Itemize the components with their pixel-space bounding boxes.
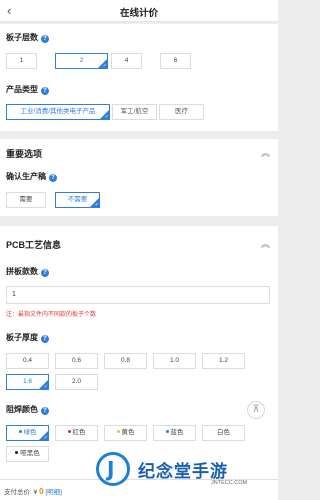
watermark-logo-icon: J — [96, 452, 130, 486]
confirm-option-no-need[interactable]: 不需要 — [55, 192, 100, 208]
page-title: 在线计价 — [119, 8, 158, 19]
confirm-option-need[interactable]: 需要 — [6, 192, 46, 208]
thickness-option-2.0[interactable]: 2.0 — [55, 374, 98, 390]
watermark-url: JNTECC.COM — [211, 480, 248, 486]
solder-mask-label: 阻焊颜色? — [6, 404, 49, 415]
thickness-option-1.2[interactable]: 1.2 — [202, 353, 245, 369]
important-section: 重要选项 ︽ 确认生产稿? 需要 不需要 — [0, 139, 278, 216]
help-icon[interactable]: ? — [41, 35, 49, 43]
layers-label: 板子层数? — [6, 32, 49, 43]
watermark: J 纪念堂手游 JNTECC.COM — [96, 452, 278, 500]
color-dot — [165, 430, 169, 433]
total-price-label: 支付总价: — [4, 489, 32, 496]
solder-mask-option-matte-black[interactable]: 哑黑色 — [6, 446, 49, 462]
panel-count-label: 拼板款数? — [6, 266, 49, 277]
pcb-section-title: PCB工艺信息 — [6, 240, 62, 250]
solder-mask-option-green[interactable]: 绿色 — [6, 425, 49, 441]
watermark-name: 纪念堂手游 — [138, 462, 228, 481]
solder-mask-option-yellow[interactable]: 黄色 — [104, 425, 147, 441]
collapse-icon[interactable]: ︽ — [261, 237, 270, 250]
solder-mask-option-blue[interactable]: 蓝色 — [153, 425, 196, 441]
thickness-option-0.8[interactable]: 0.8 — [104, 353, 147, 369]
help-icon[interactable]: ? — [41, 269, 49, 277]
product-type-option-military[interactable]: 军工/航空 — [112, 104, 157, 120]
product-type-option-medical[interactable]: 医疗 — [159, 104, 204, 120]
panel-count-note: 注：最指文件内不同款的板子个数 — [6, 312, 97, 318]
solder-mask-option-white[interactable]: 白色 — [202, 425, 245, 441]
confirm-label: 确认生产稿? — [6, 171, 57, 182]
collapse-icon[interactable]: ︽ — [261, 146, 270, 159]
important-section-title: 重要选项 — [6, 149, 43, 159]
basic-section: 板子层数? 1 2 4 6 产品类型? 工业/消费/其他类电子产品 军工/航空 … — [0, 24, 278, 131]
help-icon[interactable]: ? — [41, 407, 49, 415]
color-dot — [18, 430, 22, 433]
pcb-section: PCB工艺信息 ︽ 拼板款数? 1 注：最指文件内不同款的板子个数 板子厚度? … — [0, 226, 278, 479]
total-price: 支付总价: ¥ 0 [明细] — [4, 486, 62, 496]
help-icon[interactable]: ? — [49, 174, 57, 182]
help-icon[interactable]: ? — [41, 87, 49, 95]
thickness-option-0.4[interactable]: 0.4 — [6, 353, 49, 369]
help-icon[interactable]: ? — [41, 335, 49, 343]
product-type-option-industrial[interactable]: 工业/消费/其他类电子产品 — [6, 104, 110, 120]
product-type-label: 产品类型? — [6, 84, 49, 95]
price-detail-link[interactable]: [明细] — [45, 489, 62, 496]
currency-symbol: ¥ — [33, 489, 38, 496]
back-to-top-icon[interactable]: ⊼ — [247, 401, 265, 419]
layers-option-6[interactable]: 6 — [160, 53, 191, 69]
color-dot — [67, 430, 71, 433]
color-dot — [116, 430, 120, 433]
layers-option-1[interactable]: 1 — [6, 53, 37, 69]
app-header: ‹ 在线计价 — [0, 0, 278, 22]
layers-option-2[interactable]: 2 — [55, 53, 108, 69]
thickness-label: 板子厚度? — [6, 332, 49, 343]
thickness-option-0.6[interactable]: 0.6 — [55, 353, 98, 369]
thickness-option-1.6[interactable]: 1.6 — [6, 374, 49, 390]
panel-count-input[interactable]: 1 — [6, 286, 270, 304]
solder-mask-option-red[interactable]: 红色 — [55, 425, 98, 441]
thickness-option-1.0[interactable]: 1.0 — [153, 353, 196, 369]
color-dot — [15, 451, 19, 454]
total-price-value: 0 — [39, 487, 44, 496]
layers-option-4[interactable]: 4 — [111, 53, 142, 69]
